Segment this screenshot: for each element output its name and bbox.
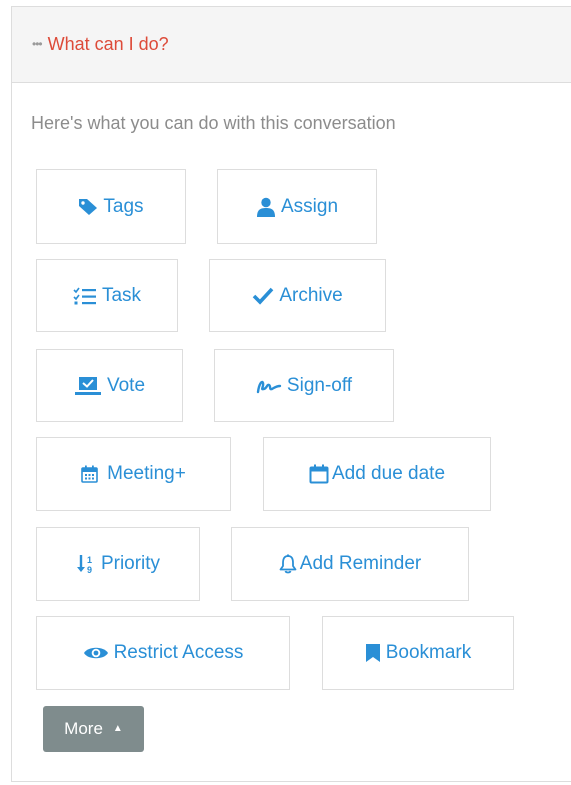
assign-label: Assign bbox=[280, 195, 339, 217]
signature-icon bbox=[256, 378, 282, 394]
bookmark-icon bbox=[365, 643, 381, 663]
panel-header: ••• What can I do? bbox=[12, 7, 571, 83]
add-due-date-label: Add due date bbox=[331, 463, 446, 484]
signoff-label: Sign-off bbox=[286, 374, 353, 396]
more-button[interactable]: More ▲ bbox=[43, 706, 144, 752]
calendar-icon bbox=[309, 464, 329, 484]
intro-text: Here's what you can do with this convers… bbox=[31, 113, 396, 133]
tags-label: Tags bbox=[103, 195, 144, 217]
sort-icon: 19 bbox=[76, 554, 96, 574]
bookmark-button[interactable]: Bookmark bbox=[322, 616, 514, 690]
signoff-button[interactable]: Sign-off bbox=[214, 349, 394, 422]
panel-title: What can I do? bbox=[47, 34, 169, 54]
meeting-label: Meeting+ bbox=[107, 463, 186, 484]
tags-button[interactable]: Tags bbox=[36, 169, 186, 244]
restrict-access-label: Restrict Access bbox=[113, 642, 244, 663]
more-label: More bbox=[64, 719, 103, 738]
add-reminder-label: Add Reminder bbox=[299, 553, 422, 574]
restrict-access-button[interactable]: Restrict Access bbox=[36, 616, 290, 690]
bell-icon bbox=[279, 554, 297, 574]
add-reminder-button[interactable]: Add Reminder bbox=[231, 527, 469, 601]
user-icon bbox=[256, 197, 276, 217]
add-due-date-button[interactable]: Add due date bbox=[263, 437, 491, 511]
checkmark-icon bbox=[252, 287, 274, 305]
checklist-icon bbox=[73, 287, 97, 305]
ballot-icon bbox=[74, 376, 102, 396]
svg-text:9: 9 bbox=[87, 565, 92, 574]
svg-text:1: 1 bbox=[87, 555, 92, 565]
priority-button[interactable]: 19 Priority bbox=[36, 527, 200, 601]
caret-up-icon: ▲ bbox=[112, 722, 123, 734]
vote-label: Vote bbox=[106, 374, 146, 396]
bookmark-label: Bookmark bbox=[385, 642, 472, 663]
task-label: Task bbox=[101, 284, 142, 306]
priority-label: Priority bbox=[100, 553, 161, 574]
meeting-button[interactable]: Meeting+ bbox=[36, 437, 231, 511]
dots-icon: ••• bbox=[32, 36, 43, 51]
calendar-grid-icon bbox=[81, 465, 98, 483]
archive-label: Archive bbox=[279, 284, 343, 306]
task-button[interactable]: Task bbox=[36, 259, 178, 332]
archive-button[interactable]: Archive bbox=[209, 259, 386, 332]
vote-button[interactable]: Vote bbox=[36, 349, 183, 422]
assign-button[interactable]: Assign bbox=[217, 169, 377, 244]
tag-icon bbox=[78, 198, 98, 216]
eye-icon bbox=[83, 645, 109, 661]
